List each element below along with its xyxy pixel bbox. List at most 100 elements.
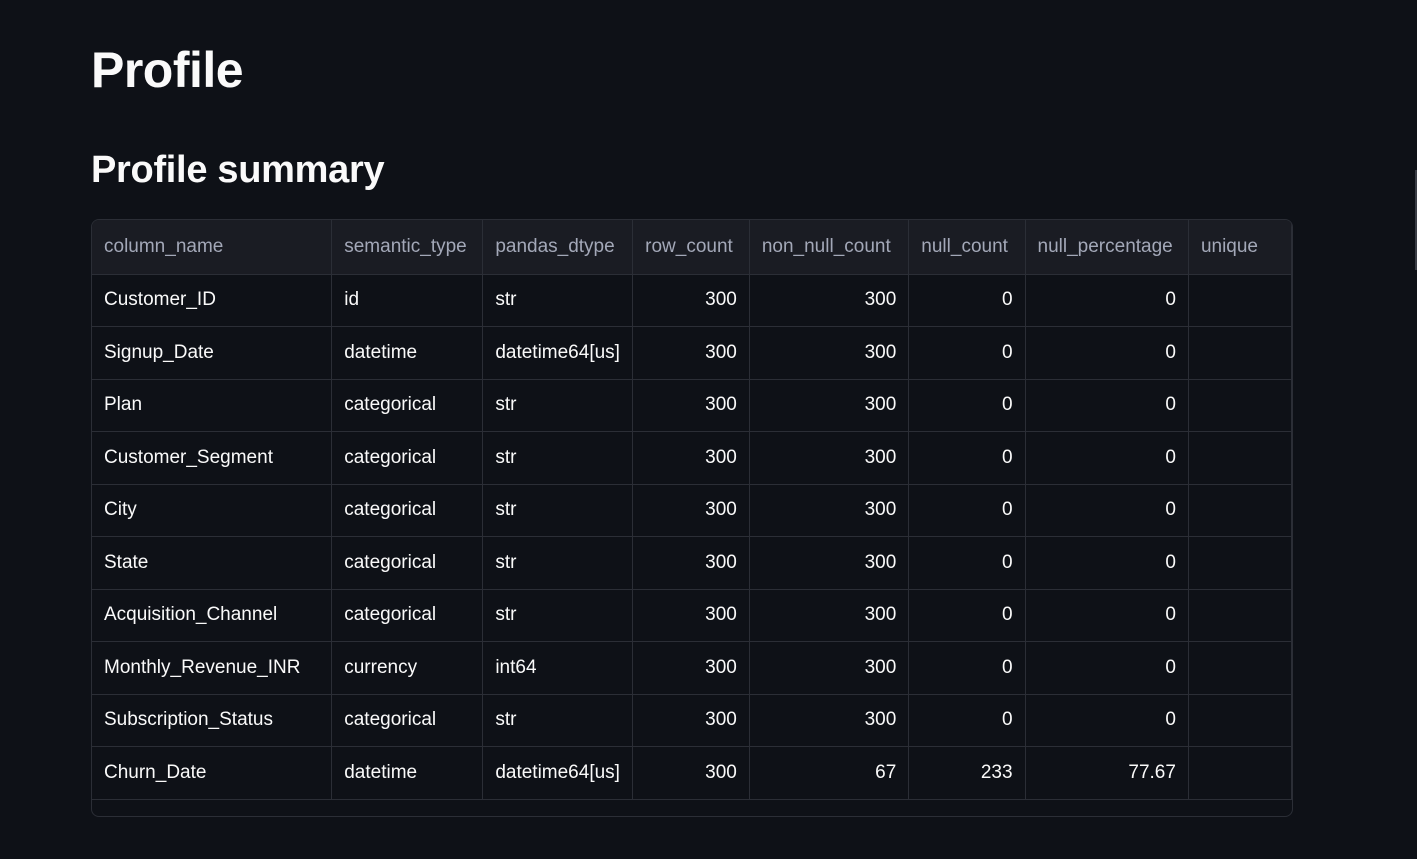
table-cell[interactable]: 300 [749, 484, 910, 537]
table-cell[interactable]: datetime64[us] [482, 746, 634, 800]
table-cell[interactable] [1188, 379, 1292, 432]
profile-summary-dataframe[interactable]: column_name semantic_type pandas_dtype r… [91, 219, 1293, 817]
table-row: Acquisition_Channel categorical str 300 300 0… [92, 589, 1292, 642]
table-cell[interactable]: 67 [749, 746, 910, 800]
table-cell[interactable]: categorical [331, 484, 484, 537]
table-cell[interactable]: currency [331, 641, 484, 695]
table-cell[interactable] [1188, 484, 1292, 537]
table-row: City categorical str 300 300 0 0 [92, 484, 1292, 537]
profile-summary-table: column_name semantic_type pandas_dtype r… [92, 220, 1292, 800]
column-header[interactable]: column_name [92, 220, 333, 275]
table-cell[interactable]: 0 [908, 694, 1026, 747]
table-row: Customer_Segment categorical str 300 300 0 0 [92, 431, 1292, 485]
table-cell[interactable]: id [331, 274, 484, 327]
table-cell[interactable]: 0 [1025, 379, 1189, 432]
table-cell[interactable]: Signup_Date [92, 326, 333, 380]
page: Profile Profile summary column_name sema… [0, 0, 1417, 859]
table-cell[interactable]: 77.67 [1025, 746, 1189, 800]
table-row: Signup_Date datetime datetime64[us] 300 300 0… [92, 326, 1292, 380]
table-cell[interactable]: Acquisition_Channel [92, 589, 333, 642]
table-cell[interactable]: Monthly_Revenue_INR [92, 641, 333, 695]
table-cell[interactable]: int64 [482, 641, 634, 695]
table-cell[interactable]: 300 [749, 641, 910, 695]
table-cell[interactable]: 0 [908, 536, 1026, 590]
table-cell[interactable]: str [482, 694, 634, 747]
table-cell[interactable] [1188, 431, 1292, 485]
table-cell[interactable]: State [92, 536, 333, 590]
table-cell[interactable]: str [482, 536, 634, 590]
page-title: Profile [91, 42, 244, 98]
table-cell[interactable]: str [482, 589, 634, 642]
table-cell[interactable]: categorical [331, 536, 484, 590]
table-cell[interactable]: 300 [632, 746, 750, 800]
column-header[interactable]: pandas_dtype [482, 220, 634, 275]
table-cell[interactable]: Subscription_Status [92, 694, 333, 747]
table-cell[interactable]: Plan [92, 379, 333, 432]
table-cell[interactable]: datetime64[us] [482, 326, 634, 380]
table-cell[interactable]: 0 [908, 484, 1026, 537]
table-cell[interactable]: 300 [632, 589, 750, 642]
table-cell[interactable]: Customer_ID [92, 274, 333, 327]
table-cell[interactable]: datetime [331, 746, 484, 800]
table-cell[interactable]: 300 [749, 694, 910, 747]
table-cell[interactable]: Customer_Segment [92, 431, 333, 485]
column-header[interactable]: row_count [632, 220, 750, 275]
table-cell[interactable]: City [92, 484, 333, 537]
table-cell[interactable]: Churn_Date [92, 746, 333, 800]
table-cell[interactable]: str [482, 379, 634, 432]
table-cell[interactable]: categorical [331, 589, 484, 642]
table-cell[interactable]: 300 [632, 536, 750, 590]
table-cell[interactable] [1188, 694, 1292, 747]
table-cell[interactable] [1188, 274, 1292, 327]
table-cell[interactable]: 0 [1025, 431, 1189, 485]
table-cell[interactable] [1188, 746, 1292, 800]
column-header[interactable]: semantic_type [331, 220, 484, 275]
column-header[interactable]: null_count [908, 220, 1026, 275]
table-cell[interactable]: 0 [1025, 484, 1189, 537]
table-cell[interactable]: 0 [1025, 589, 1189, 642]
table-cell[interactable]: 0 [908, 431, 1026, 485]
table-cell[interactable]: 300 [749, 326, 910, 380]
table-cell[interactable]: 0 [1025, 641, 1189, 695]
table-cell[interactable]: 300 [632, 274, 750, 327]
table-cell[interactable] [1188, 536, 1292, 590]
table-cell[interactable]: categorical [331, 431, 484, 485]
table-cell[interactable]: 0 [908, 641, 1026, 695]
table-cell[interactable]: 300 [632, 694, 750, 747]
column-header[interactable]: non_null_count [749, 220, 910, 275]
table-cell[interactable]: categorical [331, 694, 484, 747]
table-cell[interactable]: 300 [632, 379, 750, 432]
table-row: Churn_Date datetime datetime64[us] 300 67 233… [92, 746, 1292, 800]
table-cell[interactable]: 300 [749, 274, 910, 327]
table-cell[interactable]: 300 [749, 379, 910, 432]
table-cell[interactable] [1188, 641, 1292, 695]
table-cell[interactable]: 300 [749, 536, 910, 590]
column-header[interactable]: null_percentage [1025, 220, 1189, 275]
table-cell[interactable]: 300 [632, 484, 750, 537]
table-cell[interactable]: 0 [1025, 694, 1189, 747]
table-cell[interactable]: str [482, 484, 634, 537]
table-cell[interactable]: 300 [632, 326, 750, 380]
table-cell[interactable]: 300 [749, 589, 910, 642]
table-cell[interactable]: 0 [908, 379, 1026, 432]
table-cell[interactable]: 0 [908, 589, 1026, 642]
table-cell[interactable]: 0 [908, 326, 1026, 380]
table-row: Customer_ID id str 300 300 0 0 [92, 274, 1292, 327]
table-cell[interactable]: 300 [632, 431, 750, 485]
table-cell[interactable]: datetime [331, 326, 484, 380]
table-cell[interactable]: str [482, 431, 634, 485]
table-cell[interactable]: 300 [632, 641, 750, 695]
table-cell[interactable]: 0 [1025, 274, 1189, 327]
table-cell[interactable]: str [482, 274, 634, 327]
table-cell[interactable]: 233 [908, 746, 1026, 800]
table-cell[interactable]: 0 [1025, 326, 1189, 380]
table-row: Plan categorical str 300 300 0 0 [92, 379, 1292, 432]
table-cell[interactable] [1188, 589, 1292, 642]
table-cell[interactable]: 300 [749, 431, 910, 485]
table-cell[interactable]: 0 [908, 274, 1026, 327]
table-cell[interactable] [1188, 326, 1292, 380]
table-row: Monthly_Revenue_INR currency int64 300 300 0 0 [92, 641, 1292, 695]
table-cell[interactable]: 0 [1025, 536, 1189, 590]
column-header[interactable]: unique [1188, 220, 1292, 275]
table-cell[interactable]: categorical [331, 379, 484, 432]
